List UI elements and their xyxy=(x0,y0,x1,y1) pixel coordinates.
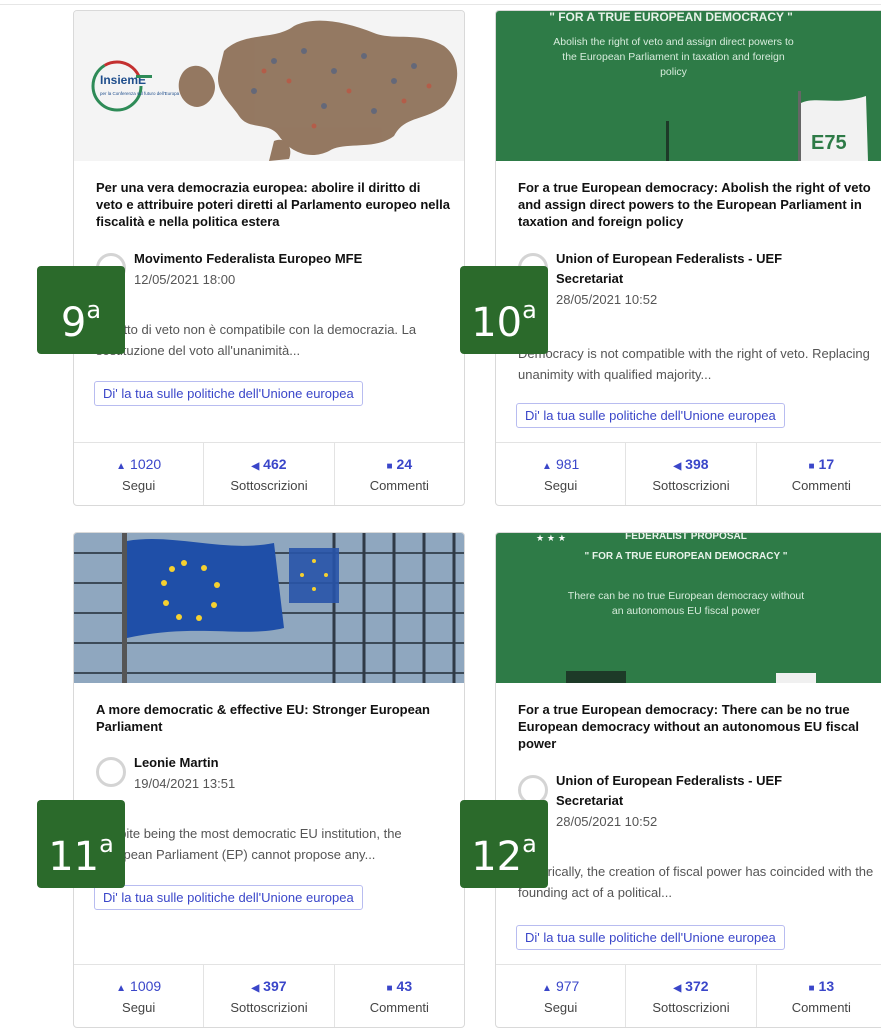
comments-stat[interactable]: ■ 17 Commenti xyxy=(757,443,881,505)
card-excerpt: Historically, the creation of fiscal pow… xyxy=(518,864,874,900)
megaphone-icon: ◀ xyxy=(673,461,682,472)
follow-count: 1009 xyxy=(130,978,162,994)
banner-body: There can be no true European democracy … xyxy=(567,590,805,617)
author-name[interactable]: Leonie Martin xyxy=(134,753,424,773)
comments-stat[interactable]: ■ 24 Commenti xyxy=(335,443,464,505)
topic-tag[interactable]: Di' la tua sulle politiche dell'Unione e… xyxy=(516,403,785,428)
comment-icon: ■ xyxy=(808,983,815,994)
card-image-europe-crowd: InsiemE per la Conferenza sul futuro del… xyxy=(74,11,464,161)
card-excerpt: Democracy is not compatible with the rig… xyxy=(518,346,870,382)
bell-icon: ▲ xyxy=(116,983,127,994)
follow-label: Segui xyxy=(122,478,156,493)
stats-bar: ▲ 1009 Segui ◀ 397 Sottoscrizioni ■ 43 Comm… xyxy=(74,964,464,1027)
subscriptions-count: 462 xyxy=(263,456,287,472)
card-image-eu-flags xyxy=(74,533,464,683)
author-block: Movimento Federalista Europeo MFE 12/05/… xyxy=(96,249,436,293)
megaphone-icon: ◀ xyxy=(673,983,682,994)
topic-tag[interactable]: Di' la tua sulle politiche dell'Unione e… xyxy=(94,381,363,406)
proposal-card[interactable]: InsiemE per la Conferenza sul futuro del… xyxy=(73,10,465,506)
post-date: 28/05/2021 10:52 xyxy=(556,292,658,307)
proposal-card[interactable]: A more democratic & effective EU: Strong… xyxy=(73,532,465,1028)
comment-icon: ■ xyxy=(386,461,393,472)
comments-count: 17 xyxy=(818,456,835,472)
rank-badge-11: 11a xyxy=(37,800,125,888)
card-excerpt: Il diritto di veto non è compatibile con… xyxy=(96,322,417,358)
comments-label: Commenti xyxy=(369,1000,429,1015)
author-name[interactable]: Union of European Federalists - UEF Secr… xyxy=(556,771,846,811)
banner-body: Abolish the right of veto and assign dir… xyxy=(553,36,794,78)
banner-headline: " FOR A TRUE EUROPEAN DEMOCRACY " xyxy=(549,11,793,24)
comment-icon: ■ xyxy=(808,461,815,472)
subscriptions-stat[interactable]: ◀ 398 Sottoscrizioni xyxy=(626,443,757,505)
comments-label: Commenti xyxy=(369,478,429,493)
card-title[interactable]: For a true European democracy: Abolish t… xyxy=(518,179,872,230)
follow-label: Segui xyxy=(544,1000,578,1015)
card-title[interactable]: For a true European democracy: There can… xyxy=(518,701,872,752)
bell-icon: ▲ xyxy=(116,461,127,472)
card-image-green-banner: " FOR A TRUE EUROPEAN DEMOCRACY " Abolis… xyxy=(496,11,881,161)
author-name[interactable]: Movimento Federalista Europeo MFE xyxy=(134,249,424,269)
flag-logo: E75 xyxy=(811,132,847,154)
rank-badge-9: 9a xyxy=(37,266,125,354)
stats-bar: ▲ 981 Segui ◀ 398 Sottoscrizioni ■ 17 Comme… xyxy=(496,442,881,505)
author-block: Union of European Federalists - UEF Secr… xyxy=(518,249,858,309)
bell-icon: ▲ xyxy=(542,983,552,994)
follow-label: Segui xyxy=(122,1000,156,1015)
follow-count: 1020 xyxy=(130,456,162,472)
card-excerpt: Despite being the most democratic EU ins… xyxy=(96,826,402,862)
subscriptions-label: Sottoscrizioni xyxy=(230,478,308,493)
megaphone-icon: ◀ xyxy=(251,461,260,472)
proposal-card[interactable]: " FOR A TRUE EUROPEAN DEMOCRACY " Abolis… xyxy=(495,10,881,506)
follow-count: 981 xyxy=(555,456,580,472)
comments-label: Commenti xyxy=(791,1000,851,1015)
comments-count: 24 xyxy=(396,456,413,472)
comments-count: 43 xyxy=(396,978,413,994)
svg-text:★ ★ ★: ★ ★ ★ xyxy=(536,534,566,544)
comments-label: Commenti xyxy=(791,478,851,493)
proposal-card[interactable]: ★ ★ ★ FEDERALIST PROPOSAL " FOR A TRUE E… xyxy=(495,532,881,1028)
logo-subtext: per la Conferenza sul futuro dell'Europa xyxy=(100,91,180,96)
bell-icon: ▲ xyxy=(542,461,552,472)
subscriptions-label: Sottoscrizioni xyxy=(230,1000,308,1015)
post-date: 12/05/2021 18:00 xyxy=(134,272,236,287)
subscriptions-stat[interactable]: ◀ 462 Sottoscrizioni xyxy=(204,443,335,505)
post-date: 28/05/2021 10:52 xyxy=(556,814,658,829)
avatar xyxy=(96,757,126,787)
subscriptions-count: 397 xyxy=(263,978,287,994)
banner-headline: " FOR A TRUE EUROPEAN DEMOCRACY " xyxy=(584,551,787,562)
comments-count: 13 xyxy=(818,978,835,994)
author-name[interactable]: Union of European Federalists - UEF Secr… xyxy=(556,249,846,289)
subscriptions-count: 372 xyxy=(685,978,709,994)
stats-bar: ▲ 1020 Segui ◀ 462 Sottoscrizioni ■ 24 Comm… xyxy=(74,442,464,505)
follow-count: 977 xyxy=(555,978,580,994)
author-block: Union of European Federalists - UEF Secr… xyxy=(518,771,858,831)
megaphone-icon: ◀ xyxy=(251,983,260,994)
card-title[interactable]: Per una vera democrazia europea: abolire… xyxy=(96,179,450,230)
card-image-green-banner: ★ ★ ★ FEDERALIST PROPOSAL " FOR A TRUE E… xyxy=(496,533,881,683)
subscriptions-count: 398 xyxy=(685,456,709,472)
comments-stat[interactable]: ■ 13 Commenti xyxy=(757,965,881,1027)
topic-tag[interactable]: Di' la tua sulle politiche dell'Unione e… xyxy=(516,925,785,950)
follow-stat[interactable]: ▲ 1020 Segui xyxy=(74,443,205,505)
follow-stat[interactable]: ▲ 977 Segui xyxy=(496,965,627,1027)
banner-kicker: FEDERALIST PROPOSAL xyxy=(625,533,747,542)
post-date: 19/04/2021 13:51 xyxy=(134,776,236,791)
author-block: Leonie Martin 19/04/2021 13:51 xyxy=(96,753,436,797)
subscriptions-stat[interactable]: ◀ 372 Sottoscrizioni xyxy=(626,965,757,1027)
comment-icon: ■ xyxy=(386,983,393,994)
comments-stat[interactable]: ■ 43 Commenti xyxy=(335,965,464,1027)
follow-stat[interactable]: ▲ 1009 Segui xyxy=(74,965,205,1027)
follow-stat[interactable]: ▲ 981 Segui xyxy=(496,443,627,505)
card-title[interactable]: A more democratic & effective EU: Strong… xyxy=(96,701,450,735)
topic-tag[interactable]: Di' la tua sulle politiche dell'Unione e… xyxy=(94,885,363,910)
rank-badge-10: 10a xyxy=(460,266,548,354)
follow-label: Segui xyxy=(544,478,578,493)
rank-badge-12: 12a xyxy=(460,800,548,888)
subscriptions-label: Sottoscrizioni xyxy=(652,478,730,493)
stats-bar: ▲ 977 Segui ◀ 372 Sottoscrizioni ■ 13 Comme… xyxy=(496,964,881,1027)
subscriptions-stat[interactable]: ◀ 397 Sottoscrizioni xyxy=(204,965,335,1027)
top-divider xyxy=(0,4,881,5)
subscriptions-label: Sottoscrizioni xyxy=(652,1000,730,1015)
